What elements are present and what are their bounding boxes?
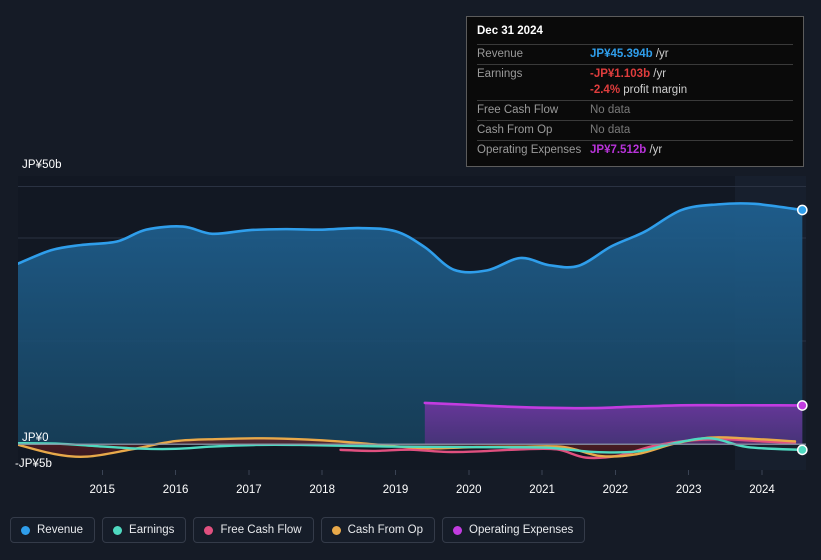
legend-color-dot [453, 525, 463, 535]
tooltip-row-value: -JP¥1.103b /yr [590, 68, 667, 80]
data-tooltip: Dec 31 2024 Revenue JP¥45.394b /yr Earning… [466, 16, 804, 167]
series-layer [18, 202, 804, 460]
tooltip-row: Earnings -JP¥1.103b /yr [477, 64, 793, 84]
tooltip-row-label: Cash From Op [477, 124, 553, 136]
x-axis-tick-label: 2020 [456, 484, 482, 496]
x-axis-ticks [101, 470, 763, 475]
tooltip-date: Dec 31 2024 [477, 25, 543, 37]
legend-item-revenue[interactable]: Revenue [10, 517, 96, 543]
x-axis-tick-label: 2015 [89, 484, 116, 496]
legend-label: Revenue [37, 524, 84, 536]
legend-item-operating-expenses[interactable]: Operating Expenses [442, 517, 586, 543]
x-axis-tick-label: 2016 [162, 484, 189, 496]
y-axis-label-top: JP¥50b [22, 159, 62, 171]
legend-item-cash-from-op[interactable]: Cash From Op [320, 517, 436, 543]
tooltip-row-value: JP¥45.394b /yr [590, 48, 669, 60]
legend-item-free-cash-flow[interactable]: Free Cash Flow [193, 517, 314, 543]
tooltip-row-label: Operating Expenses [477, 144, 582, 156]
legend-label: Earnings [129, 524, 175, 536]
tooltip-row-value: -2.4% profit margin [590, 84, 688, 96]
x-axis-tick-label: 2024 [749, 484, 775, 496]
tooltip-row-label: Earnings [477, 68, 523, 80]
legend-color-dot [21, 525, 30, 535]
y-axis-label-neg: -JP¥5b [15, 458, 53, 470]
financial-chart: JP¥50b JP¥0 -JP¥5b 2015 2016 2017 2018 2019 2… [0, 0, 821, 560]
tooltip-row-label: Free Cash Flow [477, 104, 559, 116]
legend-color-dot [204, 525, 214, 535]
legend-label: Cash From Op [347, 524, 424, 536]
tooltip-row-value: No data [590, 104, 631, 116]
x-axis-tick-label: 2017 [236, 484, 262, 496]
legend-label: Operating Expenses [469, 524, 574, 536]
x-axis-tick-label: 2021 [529, 484, 555, 496]
x-axis-tick-label: 2023 [675, 484, 702, 496]
chart-legend[interactable]: Revenue Earnings Free Cash Flow Cash From O… [10, 517, 586, 543]
x-axis-tick-label: 2019 [382, 484, 409, 496]
tooltip-rows: Revenue JP¥45.394b /yr Earnings -JP¥1.103b … [477, 44, 793, 160]
tooltip-row: Operating Expenses JP¥7.512b /yr [477, 140, 793, 160]
tooltip-row-value: No data [590, 124, 631, 136]
tooltip-row-label: Revenue [477, 48, 524, 60]
tooltip-row: Free Cash Flow No data [477, 100, 793, 120]
x-axis: 2015 2016 2017 2018 2019 2020 2021 2022 2023 2024 [0, 484, 821, 504]
x-axis-tick-label: 2022 [602, 484, 629, 496]
legend-item-earnings[interactable]: Earnings [102, 517, 187, 543]
legend-color-dot [331, 525, 341, 535]
legend-label: Free Cash Flow [220, 524, 302, 536]
tooltip-row: Cash From Op No data [477, 120, 793, 140]
tooltip-row: Revenue JP¥45.394b /yr [477, 44, 793, 64]
legend-color-dot [113, 525, 123, 535]
tooltip-row-value: JP¥7.512b /yr [590, 144, 663, 156]
y-axis-label-zero: JP¥0 [22, 432, 49, 444]
tooltip-row: -2.4% profit margin [477, 84, 793, 100]
x-axis-tick-label: 2018 [309, 484, 335, 496]
